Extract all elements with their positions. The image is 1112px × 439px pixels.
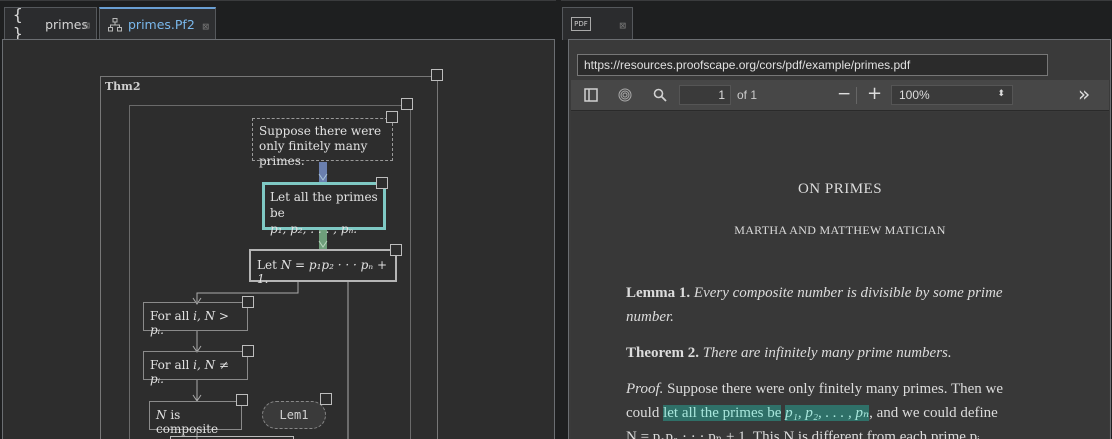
tab-primes[interactable]: { } primes ⊠ <box>4 5 97 43</box>
lem-label: Lem1 <box>279 408 309 422</box>
fingerprint-icon[interactable] <box>618 88 632 106</box>
paper-authors: MARTHA AND MATTHEW MATICIAN <box>734 223 946 237</box>
search-icon[interactable] <box>653 88 667 106</box>
node-text: For all <box>150 309 190 323</box>
pdf-icon: PDF <box>571 17 591 31</box>
zoom-value: 100% <box>899 88 930 102</box>
tab-label: primes <box>45 16 88 32</box>
node-checkbox[interactable] <box>242 345 254 357</box>
node-let-all-primes[interactable]: Let all the primes be p₁, p₂, . . . , pₙ… <box>262 182 386 236</box>
toolbar-separator <box>856 87 857 104</box>
node-suppose[interactable]: Suppose there were only finitely many pr… <box>252 118 393 168</box>
node-checkbox[interactable] <box>242 296 254 308</box>
node-n-greater[interactable]: For all i, N > pᵢ. <box>143 302 248 337</box>
node-text: Let <box>257 258 277 272</box>
lem1-node[interactable]: Lem1 <box>262 401 326 429</box>
zoom-out-button[interactable]: − <box>837 84 851 104</box>
sidebar-toggle-icon[interactable] <box>584 88 598 106</box>
node-let-n[interactable]: Let N = p₁p₂ · · · pₙ + 1. <box>249 249 397 286</box>
proof-line: N = p₁p₂ · · · pₙ + 1. This N is differe… <box>626 429 980 439</box>
braces-icon: { } <box>13 5 23 43</box>
proof-paragraph: Proof. Suppose there were only finitely … <box>626 377 1058 439</box>
page-count: of 1 <box>737 88 758 102</box>
close-icon[interactable]: ⊠ <box>83 19 90 32</box>
node-n-not-equal[interactable]: For all i, N ≠ pᵢ. <box>143 351 248 386</box>
close-icon[interactable]: ⊠ <box>619 19 626 32</box>
page-number-input[interactable]: 1 <box>679 85 731 105</box>
node-math: N <box>156 408 167 422</box>
paper-title: ON PRIMES <box>797 181 883 197</box>
proof-text: , and we could define <box>869 405 998 421</box>
node-checkbox[interactable] <box>390 244 402 256</box>
tab-label: primes.Pf2 <box>128 17 195 32</box>
proof-label: Proof. <box>626 381 664 397</box>
close-icon[interactable]: ⊠ <box>202 20 209 33</box>
tab-primes-pf2[interactable]: primes.Pf2 ⊠ <box>99 7 216 40</box>
highlight-text[interactable]: let all the primes be <box>663 405 782 421</box>
node-text: Let all the primes be <box>270 190 378 220</box>
tree-icon <box>108 17 122 32</box>
node-checkbox[interactable] <box>236 394 248 406</box>
chevron-updown-icon: ⬍ <box>997 88 1005 98</box>
node-text: For all <box>150 358 190 372</box>
diagram-pane: Thm2 Suppose there were only finitely ma… <box>2 39 555 439</box>
proof-line: Suppose there were only finitely many pr… <box>667 381 1004 397</box>
highlight-math[interactable]: p₁, p₂, . . . , pₙ <box>785 405 870 421</box>
node-checkbox[interactable] <box>376 177 388 189</box>
lemma-label: Lemma 1. <box>626 285 691 301</box>
node-n-composite[interactable]: N is composite <box>149 401 242 436</box>
more-tools-button[interactable]: » <box>1078 82 1090 106</box>
zoom-in-button[interactable]: + <box>867 83 882 104</box>
theorem-label: Theorem 2. <box>626 345 700 361</box>
right-tab-bar: PDF ⊠ <box>561 0 1112 40</box>
pdf-url-field[interactable]: https://resources.proofscape.org/cors/pd… <box>577 54 1048 76</box>
node-checkbox[interactable] <box>320 393 332 405</box>
theorem-text: There are infinitely many prime numbers. <box>702 345 952 361</box>
node-math: p₁, p₂, . . . , pₙ. <box>270 222 358 236</box>
edge-1 <box>319 162 327 182</box>
pdf-viewer-pane: https://resources.proofscape.org/cors/pd… <box>568 39 1111 439</box>
node-checkbox[interactable] <box>386 111 398 123</box>
zoom-select[interactable]: 100% ⬍ <box>891 85 1013 105</box>
proof-checkbox[interactable] <box>401 98 413 110</box>
thm-checkbox[interactable] <box>431 69 443 81</box>
tab-pdf[interactable]: PDF ⊠ <box>562 7 633 40</box>
lemma-text: Every composite number is divisible by s… <box>693 285 1003 301</box>
diagram-edges <box>100 76 438 439</box>
pdf-toolbar: 1 of 1 − + 100% ⬍ » <box>571 80 1109 111</box>
theorem-paragraph: Theorem 2. There are infinitely many pri… <box>626 341 1058 365</box>
node-math: N = p₁p₂ · · · pₙ + 1. <box>257 258 388 286</box>
left-tab-bar: { } primes ⊠ primes.Pf2 ⊠ <box>0 0 556 43</box>
lemma-text-cont: number. <box>626 309 674 325</box>
proof-text: could <box>626 405 660 421</box>
thm-label: Thm2 <box>105 80 141 93</box>
pdf-page: ON PRIMES MARTHA AND MATTHEW MATICIAN Le… <box>571 112 1109 439</box>
lemma-paragraph: Lemma 1. Every composite number is divis… <box>626 281 1058 329</box>
